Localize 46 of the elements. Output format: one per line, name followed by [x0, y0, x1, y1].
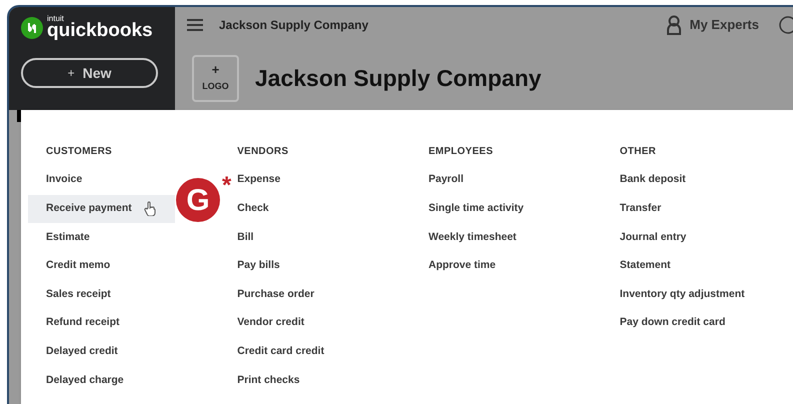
- logo-icon: [21, 16, 43, 38]
- menu-item[interactable]: Print checks: [237, 366, 300, 395]
- column-heading: VENDORS: [236, 144, 288, 158]
- menu-item[interactable]: Single time activity: [428, 194, 524, 224]
- menu-item[interactable]: Bank deposit: [620, 166, 686, 195]
- menu-item[interactable]: Payroll: [428, 166, 464, 195]
- menu-item[interactable]: Delayed charge: [46, 366, 124, 395]
- company-name: Jackson Supply Company: [219, 17, 368, 34]
- menu-item[interactable]: Journal entry: [620, 223, 686, 252]
- menu-item[interactable]: Refund receipt: [46, 308, 120, 338]
- menu-item[interactable]: Expense: [237, 166, 280, 195]
- my-experts-link[interactable]: My Experts: [690, 15, 759, 35]
- annotation-asterisk: *: [222, 174, 232, 198]
- menu-item[interactable]: Vendor credit: [237, 308, 304, 338]
- menu-item[interactable]: Pay down credit card: [620, 308, 726, 338]
- menu-item[interactable]: Transfer: [620, 194, 662, 224]
- column-heading: CUSTOMERS: [45, 144, 112, 158]
- menu-item[interactable]: Approve time: [428, 252, 496, 280]
- menu-item[interactable]: Purchase order: [237, 280, 314, 309]
- menu-item[interactable]: Estimate: [46, 223, 90, 252]
- menu-item[interactable]: Pay bills: [237, 252, 280, 280]
- menu-item[interactable]: Check: [237, 194, 269, 224]
- menu-item[interactable]: Inventory qty adjustment: [620, 280, 745, 309]
- column-heading: OTHER: [618, 144, 656, 158]
- menu-item[interactable]: Receive payment: [28, 194, 175, 224]
- menu-item[interactable]: Bill: [237, 223, 254, 252]
- plus-icon: +: [212, 63, 220, 76]
- brand-caption: intuit: [47, 15, 64, 23]
- menu-item[interactable]: Sales receipt: [46, 280, 111, 309]
- menu-icon[interactable]: [187, 19, 203, 31]
- menu-item[interactable]: Credit card credit: [237, 338, 324, 366]
- logo-placeholder[interactable]: + LOGO: [192, 55, 239, 102]
- hand-cursor-icon: [144, 201, 156, 216]
- company-title: Jackson Supply Company: [255, 64, 542, 94]
- person-icon[interactable]: [666, 15, 682, 35]
- menu-item[interactable]: Credit memo: [46, 252, 110, 280]
- new-button[interactable]: + New: [21, 58, 158, 88]
- annotation-badge: G: [176, 178, 220, 222]
- menu-item[interactable]: Delayed credit: [46, 338, 118, 366]
- column-heading: EMPLOYEES: [428, 144, 493, 158]
- brand-name: quickbooks: [47, 21, 153, 40]
- menu-item[interactable]: Invoice: [46, 166, 82, 195]
- help-icon[interactable]: [779, 16, 793, 34]
- logo-label: LOGO: [202, 80, 229, 94]
- menu-item[interactable]: Weekly timesheet: [428, 223, 516, 252]
- menu-item[interactable]: Statement: [620, 252, 671, 280]
